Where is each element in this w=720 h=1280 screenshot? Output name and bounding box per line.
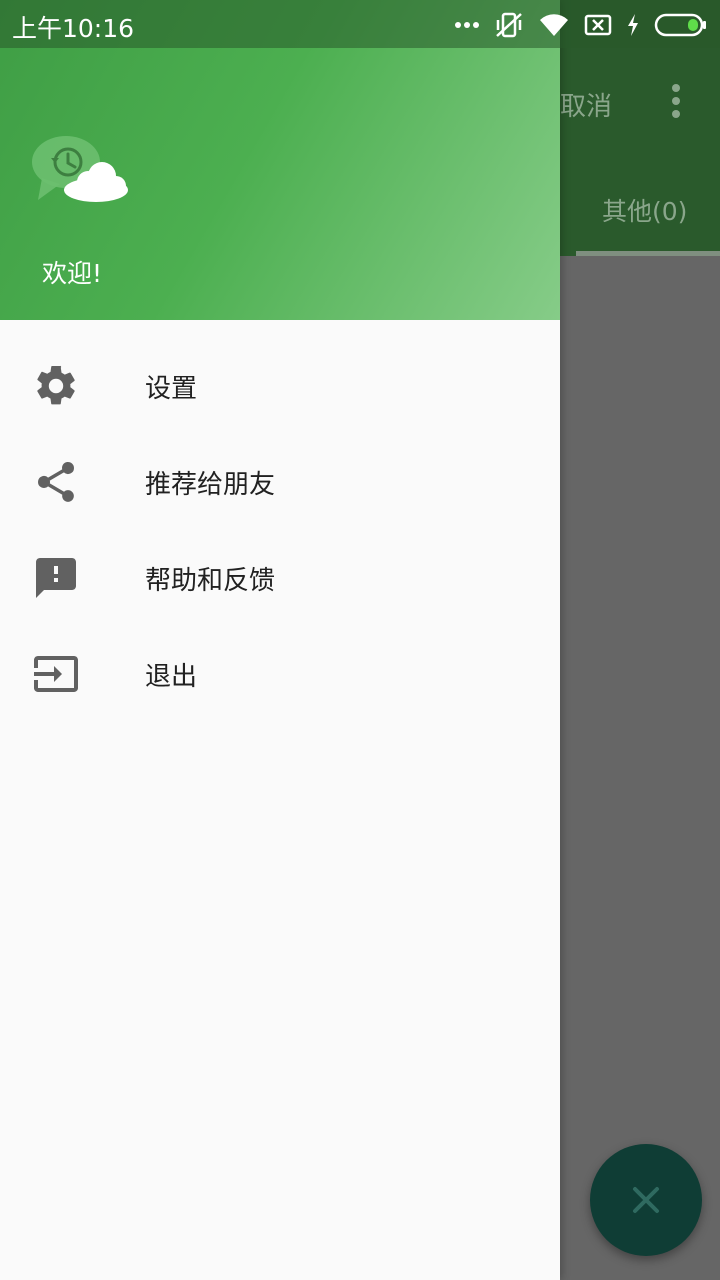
more-options-icon[interactable] — [664, 84, 688, 124]
charging-icon — [628, 14, 638, 36]
menu-item-settings[interactable]: 设置 — [0, 338, 560, 434]
share-icon — [37, 461, 75, 502]
tab-other[interactable]: 其他(0) — [602, 192, 687, 228]
menu-item-exit[interactable]: 退出 — [0, 626, 560, 722]
menu-label-share: 推荐给朋友 — [145, 470, 276, 500]
status-time: 上午10:16 — [12, 14, 135, 43]
app-logo-icon — [32, 136, 128, 202]
status-bar: 上午10:16 — [0, 0, 720, 48]
menu-label-feedback: 帮助和反馈 — [145, 566, 276, 596]
gear-icon — [37, 365, 75, 405]
welcome-text: 欢迎! — [42, 259, 103, 288]
menu-item-feedback[interactable]: 帮助和反馈 — [0, 530, 560, 626]
menu-label-settings: 设置 — [145, 374, 198, 404]
menu-item-share[interactable]: 推荐给朋友 — [0, 434, 560, 530]
close-icon — [633, 1187, 659, 1213]
drawer-header: 欢迎! — [0, 0, 560, 320]
navigation-drawer: 欢迎! 设置 推荐给朋友 帮助和反馈 退出 — [0, 0, 560, 1280]
vibrate-off-icon — [496, 12, 522, 38]
more-notifications-icon — [455, 22, 479, 28]
feedback-icon — [36, 558, 76, 598]
close-fab-button[interactable] — [590, 1144, 702, 1256]
status-icons — [454, 10, 708, 40]
battery-icon — [654, 13, 706, 37]
exit-icon — [34, 656, 78, 692]
wifi-icon — [540, 14, 568, 36]
cancel-button[interactable]: 取消 — [560, 86, 612, 123]
drawer-menu: 设置 推荐给朋友 帮助和反馈 退出 — [0, 338, 560, 722]
no-sim-icon — [584, 14, 612, 36]
menu-label-exit: 退出 — [145, 662, 198, 692]
